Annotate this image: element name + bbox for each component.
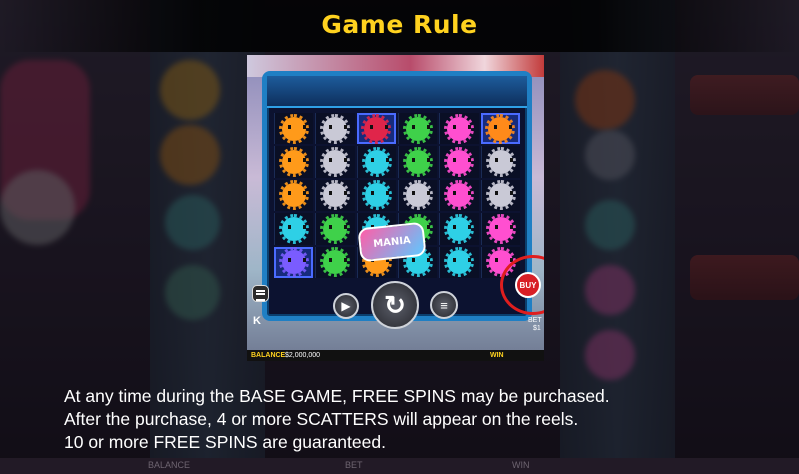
menu-button <box>252 285 269 302</box>
reel-cell <box>480 179 520 212</box>
monster-symbol-icon <box>444 247 475 278</box>
reel-cell <box>439 179 479 212</box>
monster-symbol-icon <box>279 147 310 178</box>
reel-cell <box>315 179 355 212</box>
reel-cell <box>356 179 396 212</box>
reel-cell <box>439 113 479 145</box>
buy-feature-button: BUY <box>515 272 541 298</box>
autoplay-button: ▶ <box>333 293 359 319</box>
rule-description: At any time during the BASE GAME, FREE S… <box>64 385 764 454</box>
reel-cell <box>274 113 314 145</box>
monster-symbol-icon <box>444 113 475 144</box>
monster-symbol-icon <box>485 180 516 211</box>
reel-cell <box>480 113 520 145</box>
monster-symbol-icon <box>361 180 392 211</box>
monster-symbol-icon <box>278 247 309 278</box>
background-status-bar: BALANCE BET WIN <box>0 458 799 474</box>
monster-symbol-icon <box>403 113 434 144</box>
reel-cell <box>397 113 438 145</box>
reel-cell <box>439 246 479 278</box>
reel-cell <box>274 146 314 178</box>
reel-cell <box>274 213 314 245</box>
monster-symbol-icon <box>361 147 392 178</box>
reel-cell <box>439 213 479 245</box>
reel-cell <box>315 113 355 145</box>
reel-frame-header <box>267 76 527 108</box>
monster-symbol-icon <box>320 113 351 144</box>
monster-symbol-icon <box>279 213 310 244</box>
monster-symbol-icon <box>444 180 475 211</box>
monster-symbol-icon <box>279 113 310 144</box>
coins-button: ≡ <box>430 291 458 319</box>
monster-symbol-icon <box>444 147 475 178</box>
monster-symbol-icon <box>444 213 475 244</box>
rule-line: 10 or more FREE SPINS are guaranteed. <box>64 432 386 452</box>
page-title: Game Rule <box>321 10 478 39</box>
monster-symbol-icon <box>320 247 351 278</box>
rule-line: After the purchase, 4 or more SCATTERS w… <box>64 409 579 429</box>
illustration-status-bar: BALANCE $2,000,000 WIN <box>247 350 544 361</box>
reel-cell <box>480 146 520 178</box>
rule-illustration: MANIA ▶ ↻ ≡ BUY BET $1 K BALANCE $2,000,… <box>247 55 544 361</box>
rule-line: At any time during the BASE GAME, FREE S… <box>64 386 610 406</box>
reel-cell <box>439 146 479 178</box>
monster-symbol-icon <box>485 147 516 178</box>
reel-cell <box>356 146 396 178</box>
bet-value: $1 <box>533 325 541 332</box>
reel-cell <box>315 146 355 178</box>
monster-symbol-icon <box>361 113 392 144</box>
reel-cell <box>315 213 355 245</box>
reel-cell <box>356 113 396 145</box>
monster-symbol-icon <box>485 213 516 244</box>
reel-cell <box>397 146 438 178</box>
monster-symbol-icon <box>403 180 434 211</box>
balance-label: BALANCE <box>251 352 286 359</box>
reel-cell <box>480 213 520 245</box>
brand-icon: K <box>253 315 261 327</box>
balance-value: $2,000,000 <box>285 352 321 359</box>
reel-cell <box>397 179 438 212</box>
monster-symbol-icon <box>320 180 351 211</box>
reel-cell <box>274 179 314 212</box>
bet-label: BET <box>528 317 542 324</box>
game-logo: MANIA <box>357 221 427 263</box>
monster-symbol-icon <box>320 213 351 244</box>
reel-cell <box>315 246 355 278</box>
monster-symbol-icon <box>279 180 310 211</box>
win-label: WIN <box>490 352 504 359</box>
monster-symbol-icon <box>320 147 351 178</box>
monster-symbol-icon <box>485 113 516 144</box>
spin-button: ↻ <box>371 281 419 329</box>
monster-symbol-icon <box>403 147 434 178</box>
reel-cell <box>274 246 314 278</box>
